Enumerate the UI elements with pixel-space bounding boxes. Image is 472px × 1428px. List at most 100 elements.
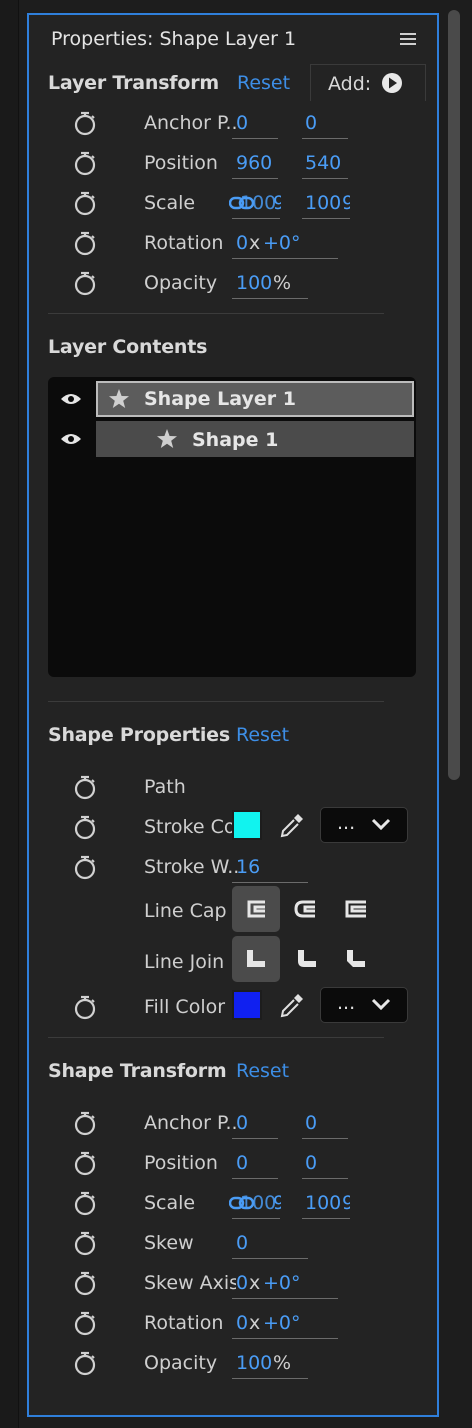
shape-rotation-x: x (249, 1312, 261, 1334)
layer-opacity-value[interactable]: 100 (236, 272, 272, 294)
skew-value[interactable]: 0 (236, 1232, 248, 1254)
chevron-down-icon (371, 818, 391, 830)
add-label: Add: (328, 73, 372, 95)
layer-opacity-underline (232, 298, 308, 299)
panel-title: Properties: Shape Layer 1 (51, 28, 297, 50)
layer-scale-x[interactable]: 100 (240, 192, 276, 214)
fill-dropdown-text: ... (337, 992, 356, 1014)
stopwatch-icon[interactable] (73, 774, 97, 800)
shape-scale-x-unit: 9 (273, 1192, 281, 1214)
stopwatch-icon[interactable] (73, 110, 97, 136)
shape-rotation-rev[interactable]: 0 (236, 1312, 248, 1334)
chevron-down-icon (371, 998, 391, 1010)
layer-position-y[interactable]: 540 (305, 152, 341, 174)
layer-scale-x-underline (232, 218, 280, 219)
line-cap-square-icon[interactable] (344, 899, 368, 919)
shape-position-label: Position (144, 1152, 218, 1174)
layer-item-label: Shape 1 (192, 429, 279, 451)
stopwatch-icon[interactable] (73, 1270, 97, 1296)
skew-underline (232, 1258, 308, 1259)
layer-position-x[interactable]: 960 (236, 152, 272, 174)
shape-scale-label: Scale (144, 1192, 196, 1214)
layer-rotation-x: x (249, 232, 261, 254)
skew-axis-underline (232, 1298, 338, 1299)
layer-rotation-deg[interactable]: +0° (263, 232, 301, 254)
eye-icon[interactable] (60, 392, 82, 406)
layer-scale-x-unit: 9 (273, 192, 281, 214)
divider (48, 1037, 384, 1038)
stroke-color-swatch[interactable] (232, 810, 262, 840)
eye-icon[interactable] (60, 432, 82, 446)
layer-position-y-underline (302, 178, 348, 179)
layer-rotation-rev[interactable]: 0 (236, 232, 248, 254)
hamburger-menu-icon[interactable] (400, 33, 416, 45)
stroke-width-underline (232, 882, 308, 883)
line-join-miter-icon (247, 950, 265, 967)
eyedropper-icon[interactable] (278, 991, 306, 1019)
stopwatch-icon[interactable] (73, 994, 97, 1020)
layer-position-label: Position (144, 152, 218, 174)
fill-color-swatch[interactable] (232, 990, 262, 1020)
layer-anchor-label: Anchor P.. (144, 112, 238, 134)
shape-opacity-unit: % (273, 1352, 292, 1374)
line-join-bevel-icon[interactable] (344, 948, 368, 970)
layer-transform-reset[interactable]: Reset (237, 72, 290, 94)
stopwatch-icon[interactable] (73, 1310, 97, 1336)
shape-properties-reset[interactable]: Reset (236, 724, 289, 746)
skew-axis-label: Skew Axis (144, 1272, 236, 1294)
stopwatch-icon[interactable] (73, 1190, 97, 1216)
stopwatch-icon[interactable] (73, 814, 97, 840)
star-icon (157, 429, 177, 448)
stroke-dropdown-text: ... (337, 812, 356, 834)
scrollbar-thumb[interactable] (448, 10, 460, 780)
stopwatch-icon[interactable] (73, 150, 97, 176)
shape-scale-x[interactable]: 100 (240, 1192, 276, 1214)
stroke-color-dropdown[interactable]: ... (320, 807, 408, 843)
eyedropper-icon[interactable] (278, 811, 306, 839)
shape-anchor-x[interactable]: 0 (236, 1112, 248, 1134)
stopwatch-icon[interactable] (73, 230, 97, 256)
stopwatch-icon[interactable] (73, 1230, 97, 1256)
line-join-miter-button[interactable] (232, 936, 280, 982)
layer-scale-y[interactable]: 100 (305, 192, 341, 214)
layer-item-shape-1[interactable]: Shape 1 (96, 421, 414, 457)
stroke-width-value[interactable]: 16 (236, 856, 260, 878)
stopwatch-icon[interactable] (73, 854, 97, 880)
shape-anchor-x-underline (232, 1138, 278, 1139)
skew-axis-rev[interactable]: 0 (236, 1272, 248, 1294)
shape-scale-y-underline (302, 1218, 350, 1219)
layer-rotation-underline (232, 258, 338, 259)
line-cap-round-icon[interactable] (293, 899, 317, 919)
layer-item-shape-layer-1[interactable]: Shape Layer 1 (96, 381, 414, 417)
layer-opacity-label: Opacity (144, 272, 218, 294)
add-button[interactable]: Add: (310, 64, 426, 101)
layer-opacity-unit: % (273, 272, 292, 294)
line-cap-label: Line Cap (144, 900, 227, 922)
layer-item-label: Shape Layer 1 (144, 388, 296, 410)
layer-anchor-y[interactable]: 0 (305, 112, 317, 134)
line-cap-butt-icon (247, 900, 265, 918)
fill-color-dropdown[interactable]: ... (320, 987, 408, 1023)
skew-axis-deg[interactable]: +0° (263, 1272, 301, 1294)
shape-scale-x-underline (232, 1218, 280, 1219)
skew-axis-x: x (249, 1272, 261, 1294)
shape-position-y[interactable]: 0 (305, 1152, 317, 1174)
shape-anchor-label: Anchor P.. (144, 1112, 238, 1134)
shape-opacity-label: Opacity (144, 1352, 218, 1374)
line-cap-butt-button[interactable] (232, 886, 280, 932)
shape-anchor-y[interactable]: 0 (305, 1112, 317, 1134)
stopwatch-icon[interactable] (73, 190, 97, 216)
stopwatch-icon[interactable] (73, 1150, 97, 1176)
shape-opacity-value[interactable]: 100 (236, 1352, 272, 1374)
shape-transform-reset[interactable]: Reset (236, 1060, 289, 1082)
skew-label: Skew (144, 1232, 194, 1254)
stopwatch-icon[interactable] (73, 270, 97, 296)
stopwatch-icon[interactable] (73, 1350, 97, 1376)
layer-anchor-x[interactable]: 0 (236, 112, 248, 134)
shape-scale-y[interactable]: 100 (305, 1192, 341, 1214)
line-join-round-icon[interactable] (295, 948, 319, 970)
shape-rotation-deg[interactable]: +0° (263, 1312, 301, 1334)
shape-position-x[interactable]: 0 (236, 1152, 248, 1174)
stopwatch-icon[interactable] (73, 1110, 97, 1136)
shape-rotation-label: Rotation (144, 1312, 224, 1334)
